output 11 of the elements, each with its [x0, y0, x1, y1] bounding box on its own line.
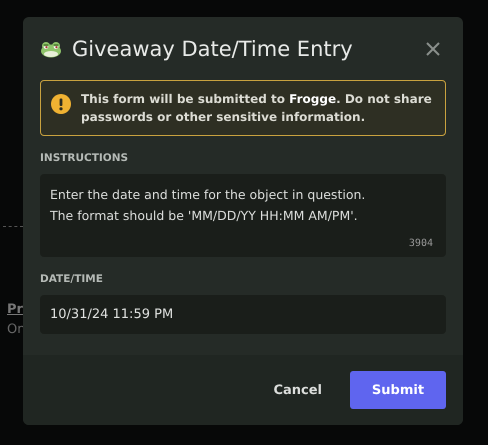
field-label: INSTRUCTIONS — [40, 152, 130, 164]
character-count: 3904 — [408, 238, 433, 249]
cancel-button[interactable]: Cancel — [269, 371, 326, 409]
frog-icon — [40, 40, 62, 58]
dialog-title: Giveaway Date/Time Entry — [72, 37, 354, 61]
field-label: DATE/TIME — [40, 273, 104, 285]
warning-text: This form will be submitted to Frogge. Do not share passwords or other sensitive information. — [81, 91, 433, 126]
close-icon[interactable] — [425, 41, 441, 57]
warning-icon — [51, 94, 71, 114]
submit-button[interactable]: Submit — [350, 371, 446, 409]
date-time-field[interactable]: 10/31/24 11:59 PM — [40, 295, 446, 334]
